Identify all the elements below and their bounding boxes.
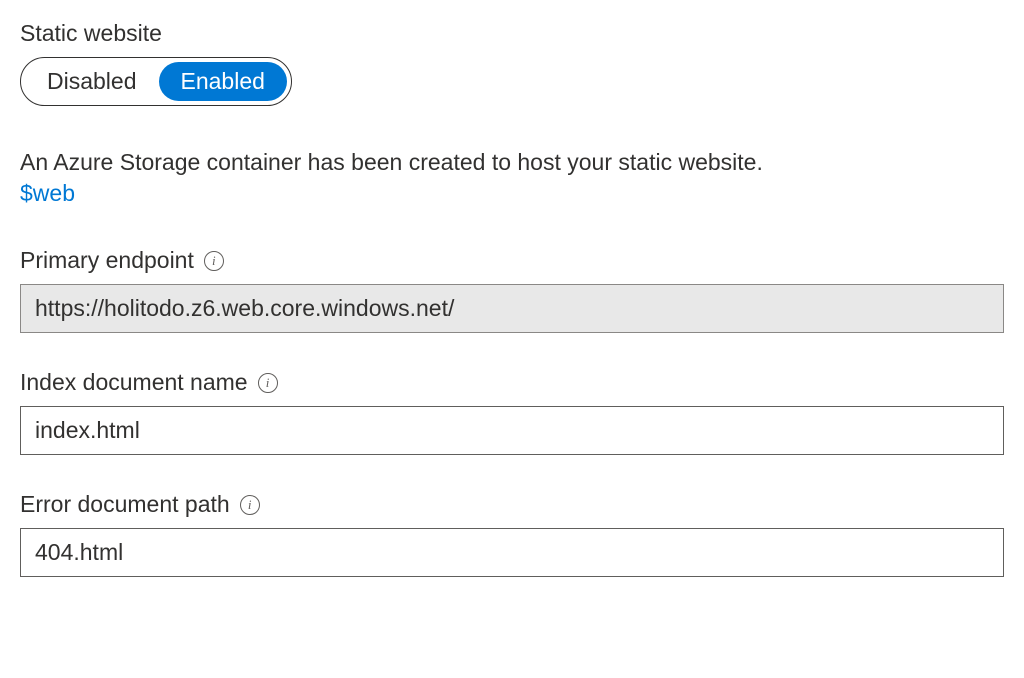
- primary-endpoint-field-group: Primary endpoint i: [20, 247, 1004, 333]
- error-document-field-group: Error document path i: [20, 491, 1004, 577]
- index-document-input[interactable]: [20, 406, 1004, 455]
- primary-endpoint-input[interactable]: [20, 284, 1004, 333]
- info-icon[interactable]: i: [258, 373, 278, 393]
- index-document-label-row: Index document name i: [20, 369, 1004, 396]
- primary-endpoint-label-row: Primary endpoint i: [20, 247, 1004, 274]
- error-document-label: Error document path: [20, 491, 230, 518]
- container-created-description: An Azure Storage container has been crea…: [20, 146, 1004, 178]
- toggle-disabled-option[interactable]: Disabled: [25, 62, 159, 101]
- info-icon[interactable]: i: [204, 251, 224, 271]
- error-document-label-row: Error document path i: [20, 491, 1004, 518]
- static-website-toggle[interactable]: Disabled Enabled: [20, 57, 292, 106]
- info-icon[interactable]: i: [240, 495, 260, 515]
- web-container-link[interactable]: $web: [20, 180, 75, 207]
- static-website-label: Static website: [20, 20, 1004, 47]
- error-document-input[interactable]: [20, 528, 1004, 577]
- index-document-field-group: Index document name i: [20, 369, 1004, 455]
- primary-endpoint-label: Primary endpoint: [20, 247, 194, 274]
- toggle-enabled-option[interactable]: Enabled: [159, 62, 287, 101]
- index-document-label: Index document name: [20, 369, 248, 396]
